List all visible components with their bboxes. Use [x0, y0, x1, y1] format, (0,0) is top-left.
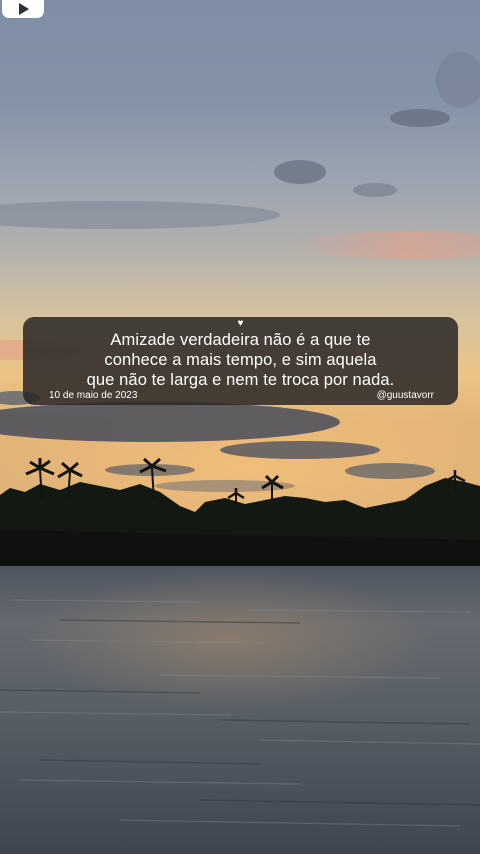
- author-handle[interactable]: @guustavorr: [377, 390, 434, 402]
- sunset-lake-scene: [0, 0, 480, 854]
- play-icon: [19, 3, 29, 15]
- quote-text: Amizade verdadeira não é a que te conhec…: [23, 330, 458, 390]
- quote-line: conhece a mais tempo, e sim aquela: [104, 351, 377, 369]
- heart-icon: ♥: [237, 318, 244, 329]
- quote-card: ♥ Amizade verdadeira não é a que te conh…: [23, 317, 458, 405]
- video-frame: ♥ Amizade verdadeira não é a que te conh…: [0, 0, 480, 854]
- play-button[interactable]: [2, 0, 44, 18]
- quote-line: que não te larga e nem te troca por nada…: [86, 371, 395, 389]
- quote-line: Amizade verdadeira não é a que te: [110, 331, 371, 349]
- quote-date: 10 de maio de 2023: [49, 390, 138, 401]
